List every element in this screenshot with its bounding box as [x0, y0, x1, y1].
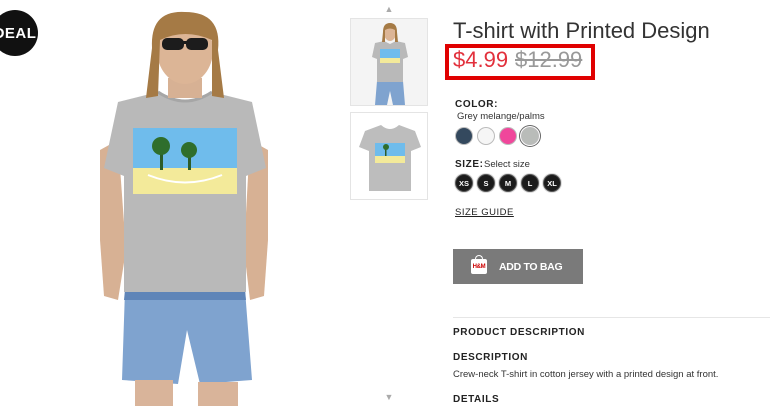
product-title: T-shirt with Printed Design: [453, 18, 710, 43]
thumbnail-model-image: [351, 19, 427, 105]
size-options: XS S M L XL: [455, 174, 561, 192]
chevron-up-icon[interactable]: ▲: [350, 4, 428, 14]
color-swatch-navy[interactable]: [455, 127, 473, 145]
details-heading[interactable]: DETAILS: [453, 394, 499, 405]
description-heading: DESCRIPTION: [453, 352, 528, 363]
thumbnail-flat-image: [351, 113, 427, 199]
thumbnail-strip: ▲ ▼: [350, 0, 428, 406]
main-product-image[interactable]: DEAL: [0, 0, 340, 406]
color-swatch-white[interactable]: [477, 127, 495, 145]
size-guide-link[interactable]: SIZE GUIDE: [455, 207, 514, 218]
size-hint: Select size: [484, 159, 530, 170]
product-info: T-shirt with Printed Design $4.99 $12.99…: [445, 0, 770, 406]
chevron-down-icon[interactable]: ▼: [350, 392, 428, 402]
size-option-xs[interactable]: XS: [455, 174, 473, 192]
add-to-bag-label: ADD TO BAG: [499, 260, 563, 273]
description-text: Crew-neck T-shirt in cotton jersey with …: [453, 369, 719, 380]
size-label: SIZE:: [455, 159, 484, 170]
product-description-heading: PRODUCT DESCRIPTION: [453, 327, 585, 338]
original-price: $12.99: [515, 47, 583, 72]
shopping-bag-icon: H&M: [471, 255, 487, 274]
thumbnail-model[interactable]: [350, 18, 428, 106]
thumbnail-flat[interactable]: [350, 112, 428, 200]
selected-color-name: Grey melange/palms: [457, 111, 545, 122]
size-option-s[interactable]: S: [477, 174, 495, 192]
section-divider: [453, 317, 770, 318]
add-to-bag-button[interactable]: H&M ADD TO BAG: [453, 249, 583, 284]
color-swatches: [455, 127, 539, 145]
model-photo: [100, 11, 268, 406]
size-option-xl[interactable]: XL: [543, 174, 561, 192]
sale-price: $4.99: [453, 47, 509, 72]
color-label: COLOR:: [455, 99, 499, 110]
size-option-m[interactable]: M: [499, 174, 517, 192]
size-option-l[interactable]: L: [521, 174, 539, 192]
color-swatch-pink[interactable]: [499, 127, 517, 145]
color-swatch-grey[interactable]: [521, 127, 539, 145]
